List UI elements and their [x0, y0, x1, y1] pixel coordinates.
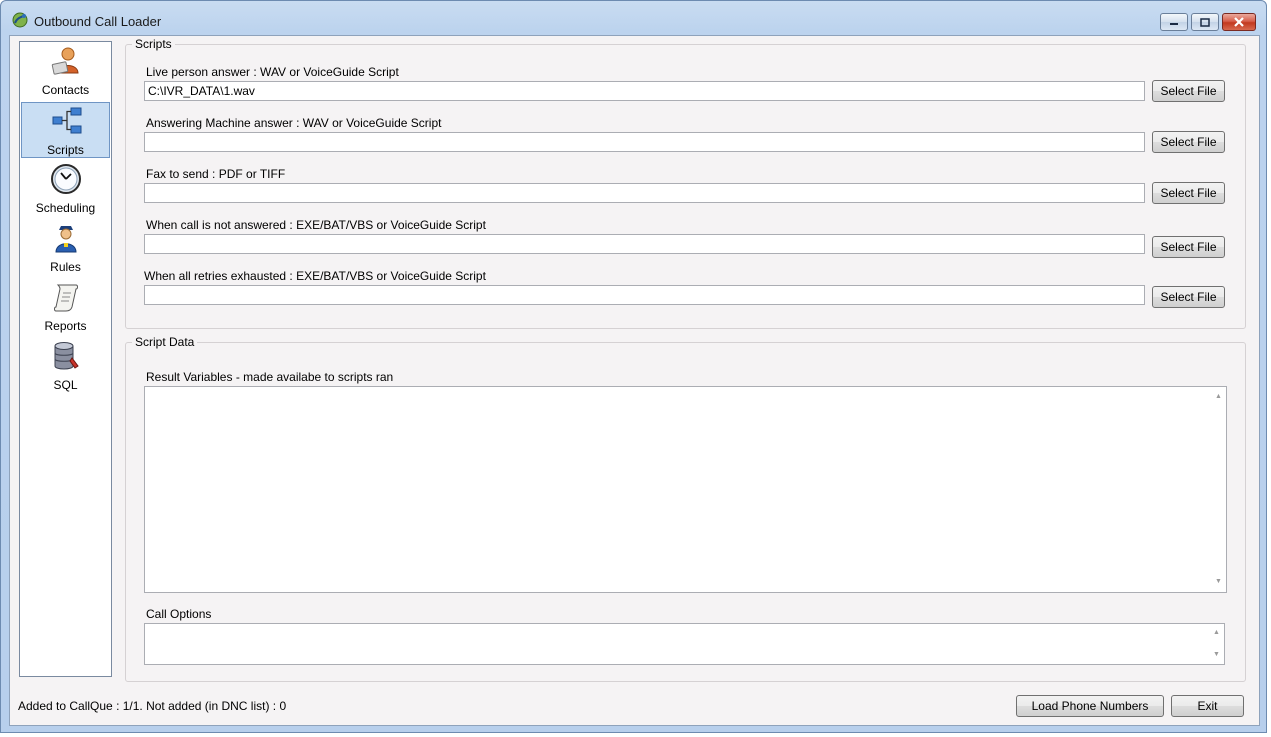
result-variables-textarea[interactable]: ▲ ▼ — [144, 386, 1227, 593]
live-person-script-input[interactable] — [144, 81, 1145, 101]
call-options-textarea[interactable]: ▲ ▼ — [144, 623, 1225, 665]
sidebar-item-scheduling[interactable]: Scheduling — [21, 161, 110, 217]
scroll-down-icon[interactable]: ▼ — [1214, 578, 1223, 586]
retries-exhausted-script-input[interactable] — [144, 285, 1145, 305]
minimize-icon — [1170, 23, 1178, 25]
sidebar-item-label: Scheduling — [35, 201, 96, 215]
fax-file-input[interactable] — [144, 183, 1145, 203]
scroll-icon — [54, 284, 78, 312]
restore-icon — [1200, 17, 1210, 27]
load-phone-numbers-button[interactable]: Load Phone Numbers — [1016, 695, 1164, 717]
app-window: Outbound Call Loader Contacts Scripts Sc… — [0, 0, 1267, 733]
main-panel: Contacts Scripts Scheduling Rules Report… — [9, 35, 1260, 726]
close-button[interactable] — [1222, 13, 1256, 31]
sidebar-item-rules[interactable]: Rules — [21, 220, 110, 276]
close-icon — [1234, 17, 1244, 27]
sidebar-item-label: Reports — [44, 319, 87, 333]
sidebar-item-label: Rules — [50, 260, 81, 274]
scroll-up-icon[interactable]: ▲ — [1212, 629, 1221, 637]
title-bar[interactable]: Outbound Call Loader — [1, 1, 1266, 35]
not-answered-script-input[interactable] — [144, 234, 1145, 254]
exit-button[interactable]: Exit — [1171, 695, 1244, 717]
status-text: Added to CallQue : 1/1. Not added (in DN… — [18, 699, 287, 713]
sidebar-item-reports[interactable]: Reports — [21, 279, 110, 335]
contacts-icon — [51, 47, 79, 75]
script-data-group: Script Data Result Variables - made avai… — [125, 335, 1246, 682]
scroll-down-icon[interactable]: ▼ — [1212, 651, 1221, 659]
sidebar-item-label: Contacts — [41, 83, 90, 97]
maximize-button[interactable] — [1191, 13, 1219, 31]
scripts-group-title: Scripts — [132, 37, 175, 51]
answering-machine-select-file-button[interactable]: Select File — [1152, 131, 1225, 153]
scripts-icon — [52, 107, 82, 134]
retries-exhausted-label: When all retries exhausted : EXE/BAT/VBS… — [144, 269, 486, 283]
answering-machine-script-input[interactable] — [144, 132, 1145, 152]
result-variables-label: Result Variables - made availabe to scri… — [146, 370, 394, 384]
window-title: Outbound Call Loader — [34, 14, 162, 29]
scripts-group: Scripts Live person answer : WAV or Voic… — [125, 37, 1246, 329]
sidebar-item-contacts[interactable]: Contacts — [21, 43, 110, 99]
retries-exhausted-select-file-button[interactable]: Select File — [1152, 286, 1225, 308]
call-options-label: Call Options — [146, 607, 212, 621]
not-answered-label: When call is not answered : EXE/BAT/VBS … — [146, 218, 486, 232]
fax-select-file-button[interactable]: Select File — [1152, 182, 1225, 204]
live-person-label: Live person answer : WAV or VoiceGuide S… — [146, 65, 399, 79]
rules-icon — [55, 226, 77, 253]
database-icon — [54, 342, 79, 370]
sidebar-item-scripts[interactable]: Scripts — [21, 102, 110, 158]
not-answered-select-file-button[interactable]: Select File — [1152, 236, 1225, 258]
scroll-up-icon[interactable]: ▲ — [1214, 393, 1223, 401]
sidebar: Contacts Scripts Scheduling Rules Report… — [19, 41, 112, 677]
sidebar-item-sql[interactable]: SQL — [21, 338, 110, 394]
script-data-group-title: Script Data — [132, 335, 198, 349]
sidebar-item-label: Scripts — [47, 143, 84, 157]
minimize-button[interactable] — [1160, 13, 1188, 31]
app-icon — [12, 12, 28, 28]
sidebar-item-label: SQL — [53, 378, 78, 392]
live-person-select-file-button[interactable]: Select File — [1152, 80, 1225, 102]
answering-machine-label: Answering Machine answer : WAV or VoiceG… — [146, 116, 442, 130]
clock-icon — [51, 164, 81, 194]
fax-label: Fax to send : PDF or TIFF — [146, 167, 286, 181]
